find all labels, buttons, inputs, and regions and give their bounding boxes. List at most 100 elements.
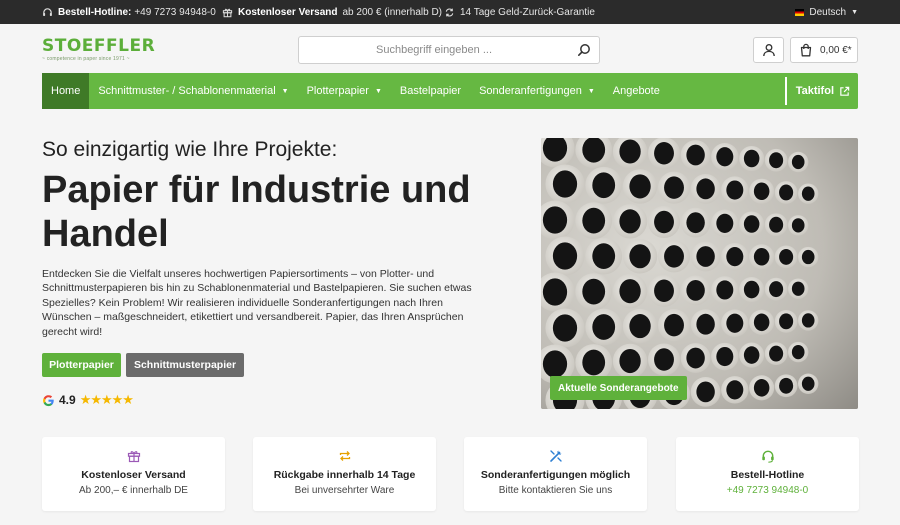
cart-button[interactable]: 0,00 €* (790, 37, 858, 63)
roll-core (542, 350, 568, 378)
roll-core (664, 176, 684, 199)
nav-item-label: Sonderanfertigungen (479, 85, 582, 97)
logo-tagline: ~ competence in paper since 1971 ~ (42, 56, 130, 62)
roll-core (769, 281, 784, 298)
roll-core (716, 346, 734, 367)
rating-score: 4.9 (59, 393, 76, 407)
roll-core (791, 154, 805, 170)
hotline-info[interactable]: Bestell-Hotline: +49 7273 94948-0 (42, 0, 216, 24)
feature-title: Kostenloser Versand (81, 469, 186, 481)
refresh-icon (445, 7, 454, 17)
roll-core (696, 246, 715, 267)
roll-core (743, 215, 760, 233)
roll-core (686, 347, 705, 369)
nav-item-home[interactable]: Home (42, 73, 90, 109)
chevron-down-icon: ▼ (281, 87, 289, 95)
shipping-info: Kostenloser Versand ab 200 € (innerhalb … (222, 0, 442, 24)
shopping-bag-icon (800, 43, 812, 57)
roll-core (629, 244, 651, 269)
nav-item-label: Schnittmuster- / Schablonenmaterial (98, 85, 276, 97)
roll-core (582, 207, 606, 234)
roll-core (654, 348, 674, 371)
hotline-number[interactable]: +49 7273 94948-0 (134, 7, 215, 18)
shipping-label: Kostenloser Versand (238, 6, 338, 18)
headset-icon (761, 450, 774, 463)
roll-core (801, 249, 815, 265)
hero-intro: Entdecken Sie die Vielfalt unseres hochw… (42, 268, 472, 338)
caret-down-icon: ▼ (851, 8, 858, 16)
hero-kicker: So einzigartig wie Ihre Projekte: (42, 138, 338, 161)
roll-core (779, 248, 794, 265)
roll-core (743, 149, 760, 168)
chevron-down-icon: ▼ (587, 87, 595, 95)
roll-core (801, 376, 815, 391)
logo[interactable]: STOEFFLER ~ competence in paper since 19… (42, 37, 155, 62)
cart-total: 0,00 €* (820, 44, 852, 56)
roll-core (654, 210, 674, 234)
roll-core (769, 345, 784, 362)
roll-core (743, 280, 760, 299)
nav-item-taktifol[interactable]: Taktifol (784, 77, 858, 105)
roll-core (743, 346, 760, 364)
roll-core (542, 206, 568, 234)
roll-core (726, 247, 744, 267)
paper-rolls-image (541, 138, 858, 409)
roll-core (582, 349, 606, 376)
nav-item-angebote[interactable]: Angebote (604, 73, 669, 109)
hero-image-paper-rolls (541, 138, 858, 409)
roll-core (552, 170, 578, 198)
roll-core (629, 314, 651, 339)
roll-core (552, 314, 578, 342)
schnittmusterpapier-button[interactable]: Schnittmusterpapier (126, 353, 244, 377)
nav-item-label: Bastelpapier (399, 85, 462, 97)
headset-icon (43, 7, 52, 16)
external-link-icon (840, 86, 850, 96)
roll-core (801, 313, 815, 328)
nav-item-schnittmuster[interactable]: Schnittmuster- / Schablonenmaterial ▼ (89, 73, 297, 109)
search-bar (298, 36, 600, 64)
roll-core (619, 209, 641, 234)
google-rating[interactable]: 4.9 ★★★★★ (42, 391, 134, 409)
top-info-bar: Bestell-Hotline: +49 7273 94948-0 Kosten… (0, 0, 900, 24)
roll-core (592, 172, 616, 199)
roll-core (619, 139, 641, 164)
roll-core (696, 381, 715, 403)
roll-core (753, 248, 770, 266)
roll-core (686, 144, 705, 166)
roll-core (696, 178, 715, 200)
roll-core (654, 142, 674, 165)
roll-core (726, 380, 744, 400)
roll-core (791, 344, 805, 360)
return-arrows-icon (339, 451, 350, 461)
nav-item-sonderanfertigungen[interactable]: Sonderanfertigungen ▼ (470, 73, 604, 109)
shipping-detail: ab 200 € (innerhalb D) (342, 6, 442, 18)
roll-core (629, 174, 651, 199)
feature-title: Bestell-Hotline (730, 469, 805, 481)
plotterpapier-button[interactable]: Plotterpapier (42, 353, 121, 377)
nav-item-bastelpapier[interactable]: Bastelpapier (391, 73, 470, 109)
search-input[interactable] (299, 37, 569, 63)
feature-title: Rückgabe innerhalb 14 Tage (273, 469, 416, 481)
chevron-down-icon: ▼ (374, 87, 382, 95)
guarantee-text: 14 Tage Geld-Zurück-Garantie (460, 6, 595, 18)
roll-core (769, 152, 784, 169)
hotline-label: Bestell-Hotline: (58, 6, 132, 18)
account-button[interactable] (753, 37, 784, 63)
roll-core (686, 279, 705, 301)
main-navigation: Home Schnittmuster- / Schablonenmaterial… (42, 73, 858, 109)
roll-core (592, 314, 616, 340)
language-selector[interactable]: Deutsch ▼ (795, 0, 858, 24)
roll-core (716, 147, 734, 167)
search-icon[interactable] (577, 43, 591, 57)
feature-card-returns: Rückgabe innerhalb 14 Tage Bei unversehr… (253, 437, 436, 511)
feature-card-custom: Sonderanfertigungen möglich Bitte kontak… (464, 437, 647, 511)
roll-core (664, 313, 684, 337)
hotline-number-link[interactable]: +49 7273 94948-0 (676, 485, 859, 496)
roll-core (716, 280, 734, 300)
roll-core (791, 281, 805, 296)
nav-item-plotterpapier[interactable]: Plotterpapier ▼ (298, 73, 391, 109)
special-offers-badge[interactable]: Aktuelle Sonderangebote (550, 376, 687, 400)
gift-icon (222, 8, 233, 17)
roll-core (726, 180, 744, 200)
user-icon (762, 44, 775, 57)
